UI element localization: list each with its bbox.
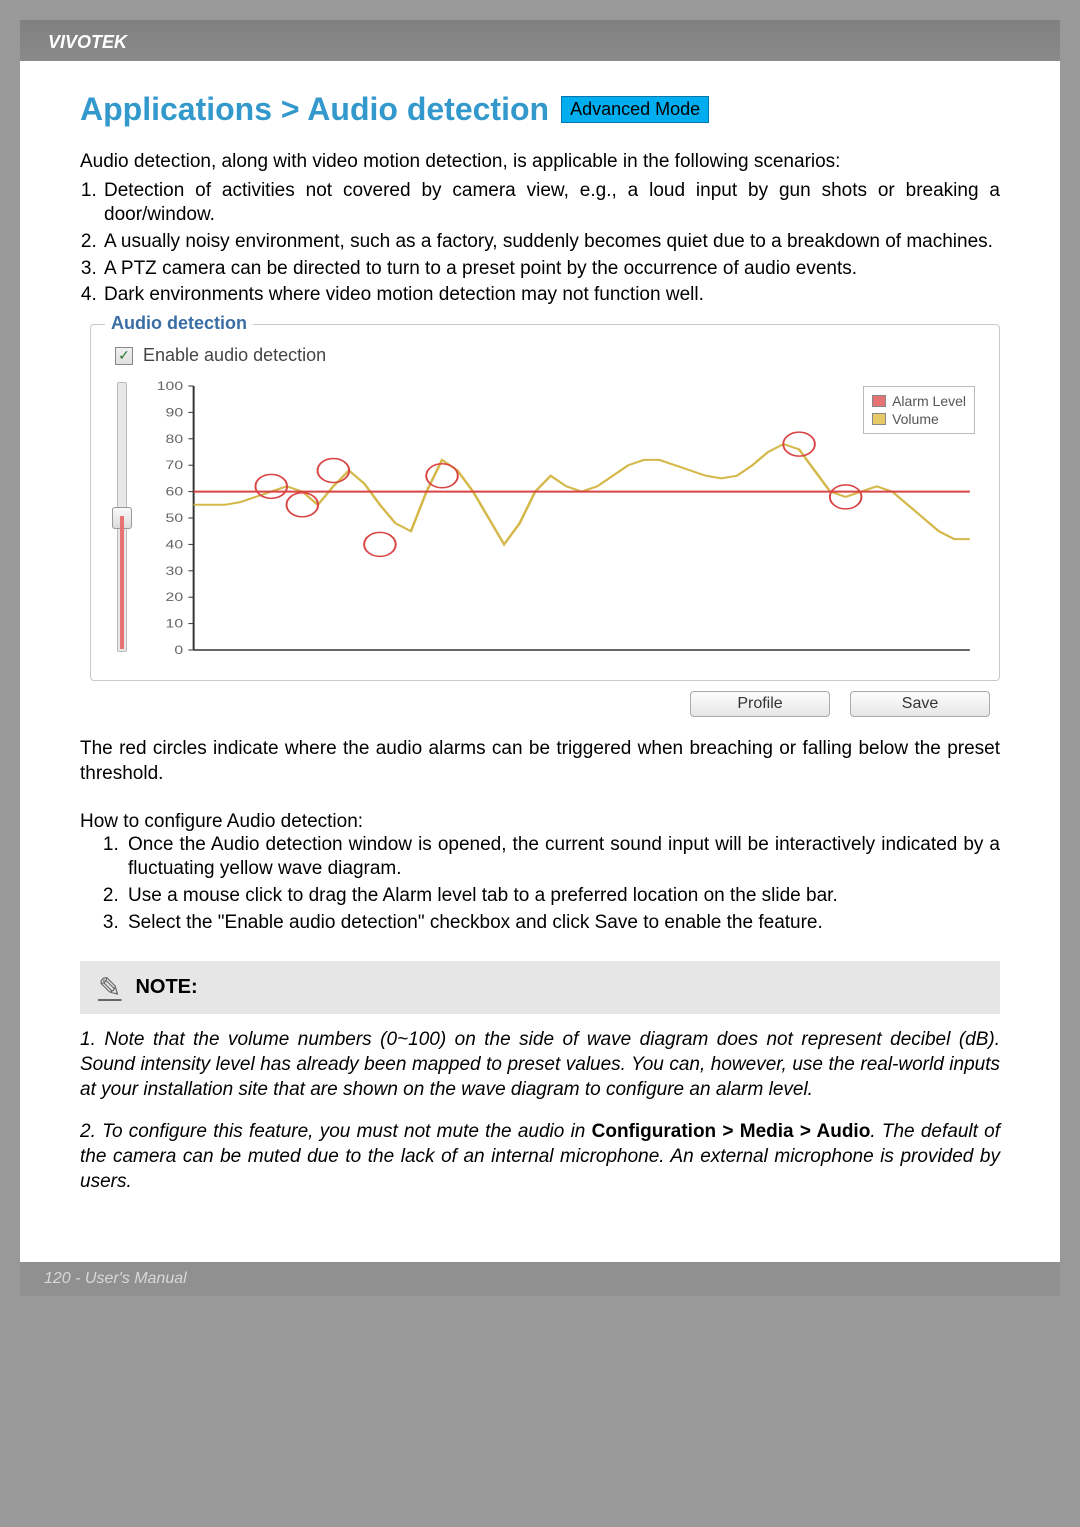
heading-row: Applications > Audio detection Advanced … [80,91,1000,128]
note-2b: Configuration > Media > Audio [592,1121,871,1142]
notes-body: 1. Note that the volume numbers (0~100) … [80,1028,1000,1194]
svg-text:90: 90 [166,405,184,419]
list-item: A PTZ camera can be directed to turn to … [102,257,1000,282]
list-item: A usually noisy environment, such as a f… [102,230,1000,255]
legend-volume-label: Volume [892,411,939,427]
intro-text: Audio detection, along with video motion… [80,150,1000,175]
chart-svg: 0 10 20 30 40 50 60 70 80 90 100 [141,380,983,660]
content: Applications > Audio detection Advanced … [20,61,1060,1232]
svg-text:70: 70 [166,458,184,472]
page: VIVOTEK Applications > Audio detection A… [20,20,1060,1296]
list-item: Select the "Enable audio detection" chec… [124,911,1000,936]
note-1: 1. Note that the volume numbers (0~100) … [80,1028,1000,1102]
slider-fill [120,516,124,649]
brand-header: VIVOTEK [20,20,1060,61]
pencil-icon: ✎ [98,971,121,1004]
svg-text:10: 10 [166,617,184,631]
mode-badge: Advanced Mode [561,96,709,123]
how-to-title: How to configure Audio detection: [80,811,1000,833]
explain-text: The red circles indicate where the audio… [80,737,1000,786]
save-button[interactable]: Save [850,691,990,717]
svg-text:50: 50 [166,511,184,525]
panel-title: Audio detection [105,313,253,334]
svg-text:20: 20 [166,590,184,604]
checkbox-label: Enable audio detection [143,345,326,366]
note-2: 2. To configure this feature, you must n… [80,1120,1000,1194]
button-row: Profile Save [80,691,990,717]
legend-volume: Volume [872,411,966,427]
chart-area: 0 10 20 30 40 50 60 70 80 90 100 Alarm Level Volum… [141,380,983,660]
audio-detection-panel: Audio detection ✓ Enable audio detection… [90,324,1000,681]
legend-swatch-volume [872,413,886,425]
page-footer: 120 - User's Manual [20,1262,1060,1296]
slider-track[interactable] [117,382,127,652]
list-item: Dark environments where video motion det… [102,283,1000,308]
list-item: Use a mouse click to drag the Alarm leve… [124,884,1000,909]
alarm-level-slider[interactable] [107,380,137,660]
checkbox-icon[interactable]: ✓ [115,347,133,365]
svg-text:80: 80 [166,432,184,446]
svg-text:60: 60 [166,485,184,499]
svg-text:40: 40 [166,537,184,551]
legend-alarm-label: Alarm Level [892,393,966,409]
legend-alarm: Alarm Level [872,393,966,409]
note-2a: 2. To configure this feature, you must n… [80,1121,592,1142]
list-item: Detection of activities not covered by c… [102,179,1000,228]
svg-text:30: 30 [166,564,184,578]
profile-button[interactable]: Profile [690,691,830,717]
note-title: NOTE: [135,976,197,999]
note-header: ✎ NOTE: [80,961,1000,1014]
steps-list: Once the Audio detection window is opene… [80,833,1000,936]
page-title: Applications > Audio detection [80,91,549,128]
svg-text:0: 0 [174,643,183,657]
legend-swatch-alarm [872,395,886,407]
enable-checkbox-row[interactable]: ✓ Enable audio detection [115,345,983,366]
list-item: Once the Audio detection window is opene… [124,833,1000,882]
legend: Alarm Level Volume [863,386,975,434]
scenario-list: Detection of activities not covered by c… [80,179,1000,308]
chart-wrap: 0 10 20 30 40 50 60 70 80 90 100 Alarm Level Volum… [107,380,983,660]
svg-text:100: 100 [157,380,184,393]
